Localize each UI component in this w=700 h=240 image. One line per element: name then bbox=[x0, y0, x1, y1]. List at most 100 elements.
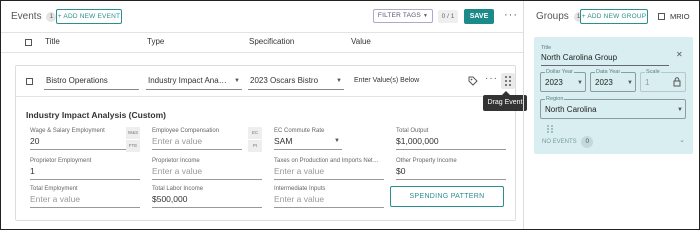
event-title-input[interactable]: Bistro Operations bbox=[46, 76, 108, 85]
fte-tag[interactable]: FTE bbox=[126, 140, 140, 152]
field-value[interactable]: SAM bbox=[274, 136, 292, 146]
total-labor-income-field[interactable]: Total Labor Income $500,000 bbox=[152, 186, 262, 210]
filter-tags-label: FILTER TAGS bbox=[377, 12, 421, 19]
spending-pattern-button[interactable]: SPENDING PATTERN bbox=[390, 186, 504, 207]
field-value[interactable]: $0 bbox=[396, 166, 405, 176]
field-label: EC Commute Rate bbox=[274, 128, 325, 134]
group-title-field[interactable]: Title North Carolina Group bbox=[541, 45, 669, 67]
chevron-down-icon: ▼ bbox=[627, 80, 633, 86]
event-value-hint: Enter Value(s) Below bbox=[354, 77, 420, 84]
select-all-checkbox[interactable] bbox=[25, 39, 32, 46]
field-value[interactable]: North Carolina bbox=[545, 105, 597, 114]
field-placeholder[interactable]: Enter a value bbox=[274, 194, 324, 204]
events-title: Events bbox=[11, 11, 42, 22]
field-value[interactable]: $500,000 bbox=[152, 194, 187, 204]
no-events-count: 0 bbox=[581, 136, 594, 148]
column-specification: Specification bbox=[249, 37, 295, 46]
total-employment-field[interactable]: Total Employment Enter a value bbox=[30, 186, 140, 210]
event-card: Bistro Operations Industry Impact Ana… ▼… bbox=[15, 65, 516, 221]
field-value[interactable]: 2023 bbox=[545, 78, 563, 87]
field-value[interactable]: 20 bbox=[30, 136, 39, 146]
add-new-event-button[interactable]: + ADD NEW EVENT bbox=[56, 9, 122, 24]
intermediate-inputs-field[interactable]: Intermediate Inputs Enter a value bbox=[274, 186, 384, 210]
proprietor-income-field[interactable]: Proprietor Income Enter a value bbox=[152, 158, 262, 182]
field-label: Intermediate Inputs bbox=[274, 186, 326, 192]
field-placeholder[interactable]: Enter a value bbox=[30, 194, 80, 204]
column-value: Value bbox=[351, 37, 371, 46]
mrio-checkbox[interactable] bbox=[658, 13, 665, 20]
event-type-select[interactable]: Industry Impact Ana… bbox=[148, 76, 227, 85]
ec-commute-rate-select[interactable]: EC Commute Rate SAM ▼ bbox=[274, 128, 384, 152]
group-card: Title North Carolina Group ✕ Dollar Year… bbox=[534, 37, 693, 154]
column-type: Type bbox=[147, 37, 165, 46]
scale-field[interactable]: Scale 1 bbox=[640, 69, 686, 92]
event-title-underline bbox=[44, 89, 139, 90]
field-label: Other Property Income bbox=[396, 158, 457, 164]
app-window: Events 1 + ADD NEW EVENT FILTER TAGS ▼ 0… bbox=[0, 0, 700, 230]
drag-handle-icon[interactable] bbox=[546, 124, 554, 134]
employee-compensation-field[interactable]: Employee Compensation Enter a value bbox=[152, 128, 262, 152]
field-value: 1 bbox=[645, 78, 650, 87]
tag-icon[interactable] bbox=[468, 76, 478, 86]
groups-title-wrap: Groups 1 bbox=[536, 11, 584, 22]
save-button[interactable]: SAVE bbox=[464, 9, 494, 24]
field-label: Dollar Year bbox=[545, 69, 574, 75]
event-specification-underline bbox=[248, 89, 344, 90]
add-new-group-button[interactable]: + ADD NEW GROUP bbox=[580, 9, 648, 24]
field-label: Total Labor Income bbox=[152, 186, 204, 192]
field-label: Total Employment bbox=[30, 186, 78, 192]
event-specification-select[interactable]: 2023 Oscars Bistro bbox=[250, 76, 318, 85]
no-events-indicator: NO EVENTS 0 bbox=[542, 136, 594, 148]
events-toolbar: Events 1 + ADD NEW EVENT FILTER TAGS ▼ 0… bbox=[1, 1, 523, 33]
field-value[interactable]: North Carolina Group bbox=[541, 53, 617, 62]
chevron-down-icon: ▼ bbox=[336, 78, 342, 84]
column-title: Title bbox=[45, 37, 60, 46]
field-label: Scale bbox=[645, 69, 661, 75]
drag-event-tooltip: Drag Event bbox=[483, 91, 527, 111]
events-title-wrap: Events 1 bbox=[11, 11, 57, 22]
field-label: Wage & Salary Employment bbox=[30, 128, 105, 134]
field-value[interactable]: 2023 bbox=[595, 78, 613, 87]
ws-tag[interactable]: W&S bbox=[126, 127, 140, 139]
field-label: Taxes on Production and Imports Net… bbox=[274, 158, 379, 164]
groups-title: Groups bbox=[536, 11, 569, 22]
more-icon[interactable]: ··· bbox=[485, 73, 498, 84]
event-row-checkbox[interactable] bbox=[26, 78, 33, 85]
region-select[interactable]: Region North Carolina ▼ bbox=[540, 96, 686, 119]
lock-icon bbox=[673, 77, 681, 87]
chevron-down-icon: ▼ bbox=[677, 107, 683, 113]
field-value[interactable]: 1 bbox=[30, 166, 35, 176]
more-icon[interactable]: ··· bbox=[504, 9, 518, 21]
chevron-down-icon: ▼ bbox=[234, 78, 240, 84]
field-label: Title bbox=[541, 45, 552, 51]
total-output-field[interactable]: Total Output $1,000,000 bbox=[396, 128, 506, 152]
field-placeholder[interactable]: Enter a value bbox=[152, 166, 202, 176]
field-value[interactable]: $1,000,000 bbox=[396, 136, 439, 146]
proprietor-employment-field[interactable]: Proprietor Employment 1 bbox=[30, 158, 140, 182]
other-property-income-field[interactable]: Other Property Income $0 bbox=[396, 158, 506, 182]
event-type-underline bbox=[146, 89, 242, 90]
pi-tag[interactable]: PI bbox=[248, 140, 262, 152]
chevron-down-icon[interactable]: ⌄ bbox=[679, 136, 685, 144]
chevron-down-icon: ▼ bbox=[577, 80, 583, 86]
selection-count: 0 / 1 bbox=[438, 10, 458, 23]
dollar-year-select[interactable]: Dollar Year 2023 ▼ bbox=[540, 69, 586, 92]
field-label: Proprietor Employment bbox=[30, 158, 92, 164]
mrio-label: MRIO bbox=[670, 12, 690, 21]
drag-handle-icon[interactable] bbox=[501, 73, 515, 89]
field-placeholder[interactable]: Enter a value bbox=[152, 136, 202, 146]
no-events-label: NO EVENTS bbox=[542, 139, 577, 145]
field-placeholder[interactable]: Enter a value bbox=[274, 166, 324, 176]
field-label: Total Output bbox=[396, 128, 429, 134]
field-label: Employee Compensation bbox=[152, 128, 220, 134]
events-count-badge: 1 bbox=[46, 12, 57, 22]
filter-tags-button[interactable]: FILTER TAGS ▼ bbox=[373, 9, 433, 23]
data-year-select[interactable]: Data Year 2023 ▼ bbox=[590, 69, 636, 92]
wage-salary-employment-field[interactable]: Wage & Salary Employment 20 bbox=[30, 128, 140, 152]
chevron-down-icon: ▼ bbox=[422, 13, 429, 19]
table-header: Title Type Specification Value bbox=[1, 33, 523, 53]
ec-tag[interactable]: EC bbox=[248, 127, 262, 139]
field-label: Region bbox=[545, 96, 565, 102]
close-icon[interactable]: ✕ bbox=[676, 50, 683, 59]
taxes-production-imports-field[interactable]: Taxes on Production and Imports Net… Ent… bbox=[274, 158, 384, 182]
